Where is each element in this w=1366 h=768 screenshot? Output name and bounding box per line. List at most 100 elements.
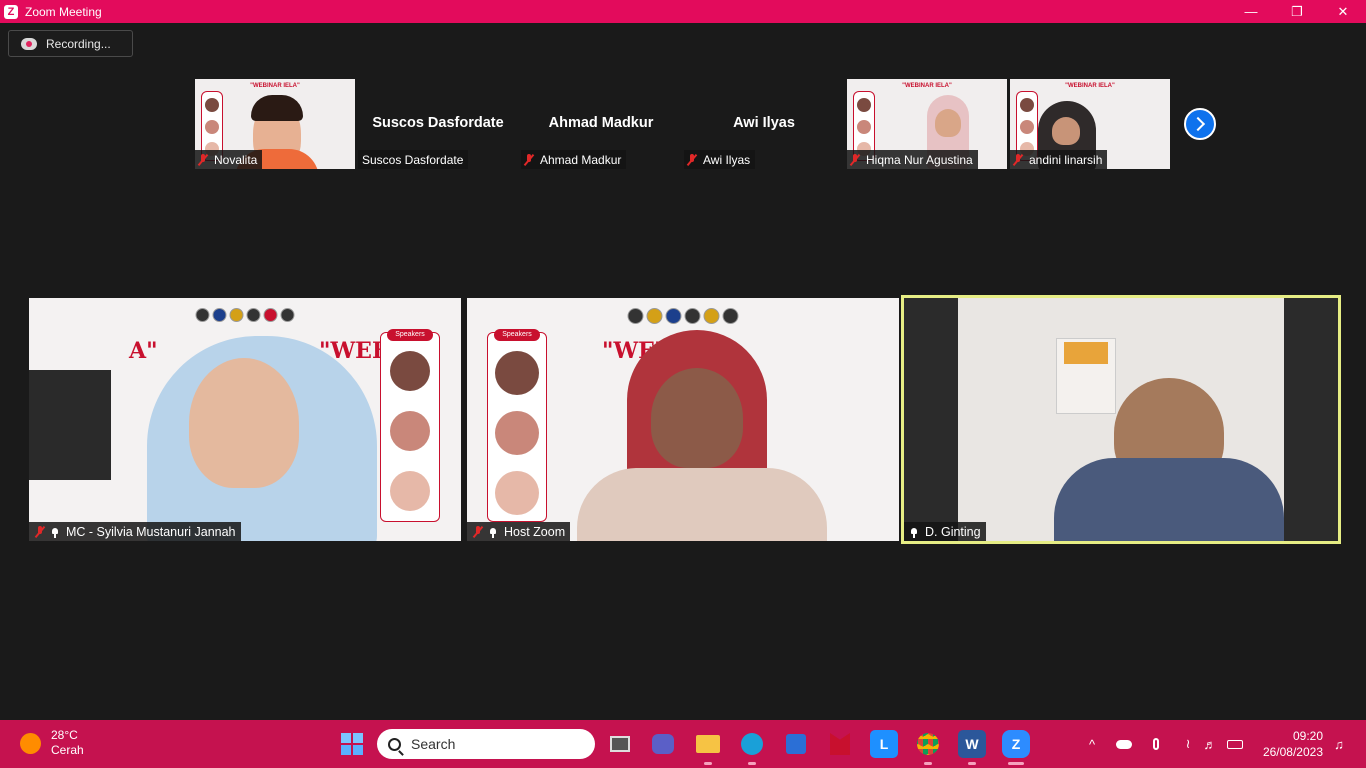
recording-indicator[interactable]: Recording... [8,30,133,57]
cloud-icon [1116,739,1132,749]
poster-logos [627,308,739,324]
participant-display-name: Ahmad Madkur [548,115,654,131]
edge-button[interactable] [738,730,766,758]
raised-hand-icon [489,526,498,538]
teams-icon [652,734,674,754]
file-explorer-button[interactable] [694,730,722,758]
edge-icon [741,733,763,755]
close-icon: ✕ [1337,3,1349,19]
recording-label: Recording... [46,36,111,51]
poster-heading: "WEBINAR IELA" [902,83,952,89]
word-button[interactable]: W [958,730,986,758]
close-button[interactable]: ✕ [1320,0,1366,23]
participant-thumbnail-novalita[interactable]: "WEBINAR IELA" Novalita [195,79,355,169]
camera-equipment [29,370,111,480]
participant-thumbnail-hiqma-nur-agustina[interactable]: "WEBINAR IELA" Hiqma Nur Agustina [847,79,1007,169]
window-titlebar: Z Zoom Meeting — ❐ ✕ [0,0,1366,23]
task-view-icon [610,736,630,752]
participant-name-label: D. Ginting [904,522,986,541]
raised-hand-icon [51,526,60,538]
zoom-button[interactable]: Z [1002,730,1030,758]
battery-icon [1227,739,1243,749]
windows-taskbar: 28°C Cerah Search L W Z ^ ≀ ♬ 09:20 26/0… [0,720,1366,768]
mcafee-button[interactable] [826,730,854,758]
muted-mic-icon [198,153,208,166]
participant-display-name: Awi Ilyas [733,115,795,131]
participant-name-label: Host Zoom [467,522,571,541]
teams-button[interactable] [649,730,677,758]
raised-hand-icon [910,526,919,538]
speakers-panel: Speakers [380,329,440,522]
search-placeholder: Search [411,736,456,752]
participant-name-label: Hiqma Nur Agustina [847,150,978,169]
participant-name-label: Suscos Dasfordate [358,150,469,169]
participant-display-name: Suscos Dasfordate [372,115,504,131]
participant-thumbnail-andini-linarsih[interactable]: "WEBINAR IELA" andini linarsih [1010,79,1170,169]
start-button[interactable] [338,730,366,758]
microphone-button[interactable] [1147,735,1165,753]
muted-mic-icon [35,525,45,538]
next-page-button[interactable] [1184,108,1216,140]
clock-time: 09:20 [1292,729,1323,743]
weather-temperature: 28°C [51,728,78,742]
muted-mic-icon [1013,153,1023,166]
onedrive-button[interactable] [1115,735,1133,753]
chrome-button[interactable] [914,730,942,758]
poster-heading: "WEBINAR IELA" [250,83,300,89]
poster-logos [195,308,295,322]
cloud-recording-icon [21,37,37,50]
muted-mic-icon [850,153,860,166]
participant-name-label: Novalita [195,150,263,169]
participant-name-label: Awi Ilyas [684,150,756,169]
poster-title: A" [129,338,158,364]
participant-name-label: andini linarsih [1010,150,1108,169]
minimize-button[interactable]: — [1228,0,1274,23]
chevron-up-icon: ^ [1088,736,1096,752]
minimize-icon: — [1244,4,1258,19]
search-icon [388,737,401,751]
speakers-panel: Speakers [487,329,547,522]
speakers-label: Speakers [387,329,433,341]
restore-icon: ❐ [1291,3,1303,19]
file-explorer-icon [696,735,720,753]
start-icon [341,733,363,755]
muted-mic-icon [687,153,697,166]
task-view-button[interactable] [606,730,634,758]
participant-thumbnail-awi-ilyas[interactable]: Awi Ilyas Awi Ilyas [684,79,844,169]
window-title: Zoom Meeting [25,4,102,19]
system-clock[interactable]: 09:20 26/08/2023 [1263,728,1323,760]
video-tile-active-speaker[interactable]: D. Ginting [901,295,1341,544]
chrome-icon [917,733,939,755]
bell-icon: ♫ [1334,736,1344,752]
microphone-icon [1153,738,1159,750]
video-tile-host[interactable]: Speakers "WEBI Host Zoom [467,298,899,541]
l-app-icon: L [879,736,889,752]
sun-icon [20,732,41,754]
battery-button[interactable] [1226,735,1244,753]
wifi-icon: ≀ [1185,736,1191,751]
muted-mic-icon [473,525,483,538]
weather-widget[interactable]: 28°C Cerah [20,728,84,758]
store-icon [786,734,806,754]
mcafee-icon [830,733,850,755]
weather-condition: Cerah [51,743,84,757]
restore-button[interactable]: ❐ [1274,0,1320,23]
video-tile-mc[interactable]: A" "WEBI Speakers MC - Syilvia Mustanuri… [29,298,461,541]
show-hidden-icons-button[interactable]: ^ [1083,735,1101,753]
participant-name-label: Ahmad Madkur [521,150,627,169]
network-button[interactable]: ≀ [1179,735,1197,753]
speaker-icon: ♬ [1203,736,1217,752]
zoom-app-icon: Z [4,4,18,19]
participant-name-label: MC - Syilvia Mustanuri Jannah [29,522,241,541]
volume-button[interactable]: ♬ [1201,735,1219,753]
participant-thumbnail-suscos-dasfordate[interactable]: Suscos Dasfordate Suscos Dasfordate [358,79,518,169]
poster-heading: "WEBINAR IELA" [1065,83,1115,89]
notifications-button[interactable]: ♫ [1330,735,1348,753]
participant-thumbnail-ahmad-madkur[interactable]: Ahmad Madkur Ahmad Madkur [521,79,681,169]
zoom-icon: Z [1011,736,1021,752]
word-icon: W [965,736,979,752]
l-app-button[interactable]: L [870,730,898,758]
taskbar-search[interactable]: Search [377,729,595,759]
store-button[interactable] [782,730,810,758]
clock-date: 26/08/2023 [1262,745,1323,759]
